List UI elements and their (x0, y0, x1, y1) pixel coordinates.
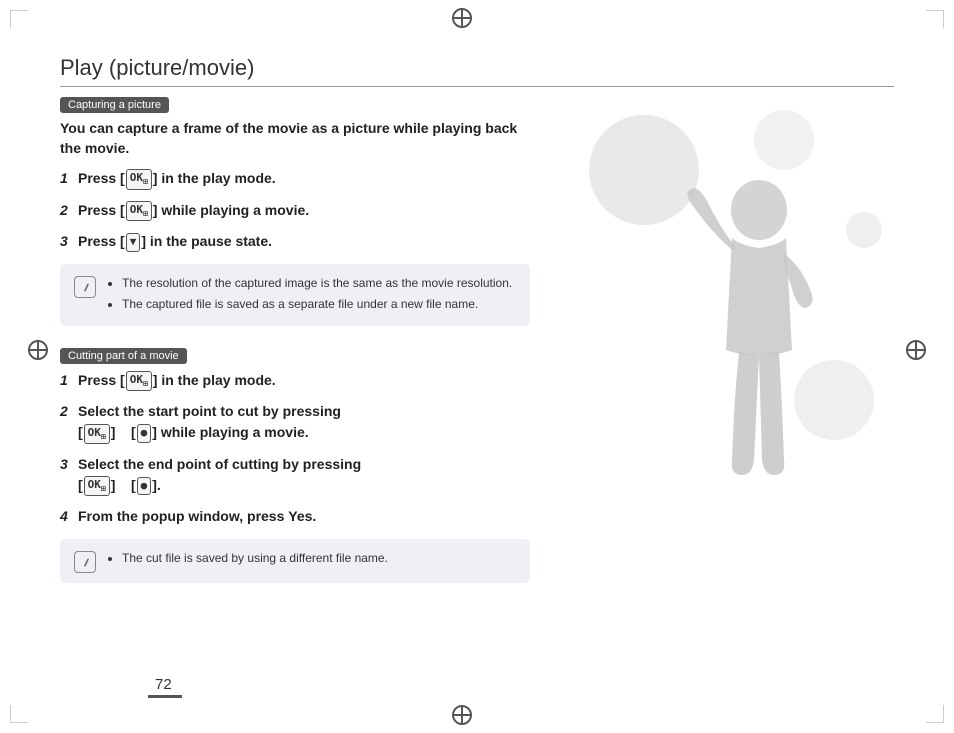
section-badge-cut: Cutting part of a movie (60, 348, 187, 364)
step-3-cut: 3 Select the end point of cutting by pre… (60, 454, 530, 496)
corner-mark-bl (10, 705, 28, 723)
step-4-cut: 4 From the popup window, press Yes. (60, 506, 530, 527)
note-content-capture: The resolution of the captured image is … (106, 274, 512, 316)
section-capture: Capturing a picture You can capture a fr… (60, 95, 530, 326)
corner-mark-br (926, 705, 944, 723)
note-content-cut: The cut file is saved by using a differe… (106, 549, 388, 570)
step-1-cut: 1 Press [OK⊞] in the play mode. (60, 370, 530, 391)
corner-mark-tr (926, 10, 944, 28)
page-title-area: Play (picture/movie) (60, 55, 894, 87)
corner-mark-tl (10, 10, 28, 28)
page-number-underline (148, 695, 182, 698)
page-title: Play (picture/movie) (60, 55, 254, 80)
step-1-capture: 1 Press [OK⊞] in the play mode. (60, 168, 530, 189)
note-box-capture: 𝚤 The resolution of the captured image i… (60, 264, 530, 326)
step-2-cut: 2 Select the start point to cut by press… (60, 401, 530, 443)
step-2-capture: 2 Press [OK⊞] while playing a movie. (60, 200, 530, 221)
section-cut: Cutting part of a movie 1 Press [OK⊞] in… (60, 346, 530, 583)
intro-text-capture: You can capture a frame of the movie as … (60, 119, 530, 158)
step-3-capture: 3 Press [▼] in the pause state. (60, 231, 530, 252)
note-icon-cut: 𝚤 (74, 551, 96, 573)
illustration (564, 100, 904, 520)
section-badge-capture: Capturing a picture (60, 97, 169, 113)
main-content: Capturing a picture You can capture a fr… (60, 95, 530, 603)
page-number: 72 (155, 676, 172, 693)
note-box-cut: 𝚤 The cut file is saved by using a diffe… (60, 539, 530, 583)
note-icon-capture: 𝚤 (74, 276, 96, 298)
